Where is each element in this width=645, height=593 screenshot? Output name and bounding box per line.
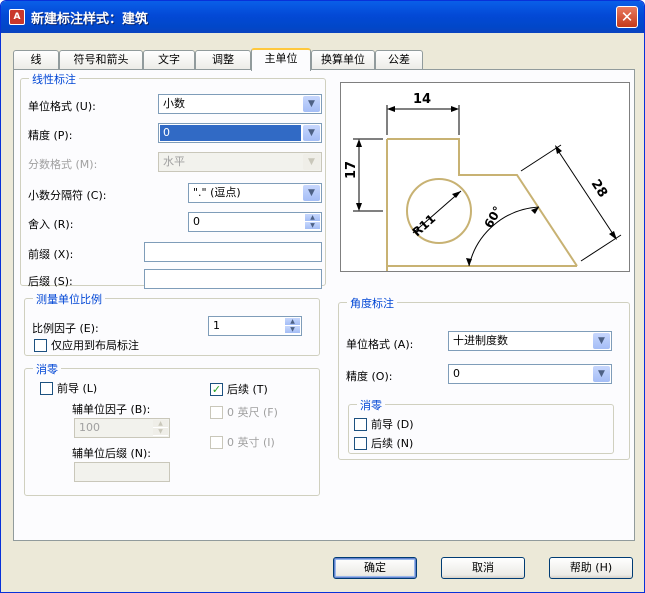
tab-panel-primary-units: 线性标注 单位格式 (U): 小数 ▼ 精度 (P): 0 ▼ 分数格式 (M)…	[13, 69, 635, 541]
spin-down-icon[interactable]: ▼	[305, 222, 320, 230]
tab-fit[interactable]: 调整	[195, 50, 251, 70]
dim-top: 14	[413, 92, 431, 107]
angular-trailing-label: 后续 (N)	[371, 437, 414, 450]
layout-only-label: 仅应用到布局标注	[51, 339, 139, 352]
checkbox-box[interactable]	[210, 436, 223, 449]
precision-label: 精度 (P):	[28, 129, 73, 142]
chevron-down-icon[interactable]: ▼	[593, 366, 610, 382]
angular-precision-select[interactable]: 0 ▼	[448, 364, 612, 384]
trailing-zero-label: 后续 (T)	[227, 383, 268, 396]
fraction-format-label: 分数格式 (M):	[28, 158, 98, 171]
group-angular-title: 角度标注	[347, 295, 397, 311]
spin-down-icon[interactable]: ▼	[285, 326, 300, 334]
angular-precision-label: 精度 (O):	[346, 370, 393, 383]
sub-units-factor-value: 100	[79, 421, 100, 434]
sub-units-spinner[interactable]: ▲ ▼	[153, 420, 168, 436]
suffix-label: 后缀 (S):	[28, 275, 73, 288]
zero-inches-label: 0 英寸 (I)	[227, 436, 275, 449]
fraction-format-select[interactable]: 水平 ▼	[158, 152, 322, 172]
window-title: 新建标注样式：建筑	[31, 12, 149, 27]
precision-value: 0	[160, 125, 301, 141]
zero-feet-checkbox[interactable]: 0 英尺 (F)	[210, 406, 278, 420]
angular-precision-value: 0	[453, 367, 460, 380]
zero-feet-label: 0 英尺 (F)	[227, 406, 278, 419]
sub-units-factor-input[interactable]: 100 ▲ ▼	[74, 418, 170, 438]
leading-zero-checkbox[interactable]: 前导 (L)	[40, 382, 97, 396]
decimal-separator-select[interactable]: "." (逗点) ▼	[188, 183, 322, 203]
angular-leading-checkbox[interactable]: 前导 (D)	[354, 418, 414, 432]
unit-format-label: 单位格式 (U):	[28, 100, 96, 113]
tab-primary-units[interactable]: 主单位	[251, 48, 311, 71]
scale-factor-input[interactable]: 1 ▲ ▼	[208, 316, 302, 336]
sub-units-suffix-input[interactable]	[74, 462, 170, 482]
angular-unit-format-label: 单位格式 (A):	[346, 338, 414, 351]
sub-units-factor-label: 辅单位因子 (B):	[72, 403, 151, 416]
spin-down-icon[interactable]: ▼	[153, 428, 168, 436]
layout-only-checkbox[interactable]: 仅应用到布局标注	[34, 339, 139, 353]
fraction-format-value: 水平	[163, 155, 185, 168]
tab-text[interactable]: 文字	[143, 50, 195, 70]
scale-factor-value: 1	[213, 319, 220, 332]
decimal-separator-label: 小数分隔符 (C):	[28, 189, 107, 202]
sub-units-suffix-label: 辅单位后缀 (N):	[72, 447, 152, 460]
round-off-value: 0	[193, 215, 200, 228]
ok-button[interactable]: 确定	[333, 557, 417, 579]
spin-up-icon[interactable]: ▲	[305, 214, 320, 222]
checkbox-box[interactable]	[40, 382, 53, 395]
suffix-input[interactable]	[144, 269, 322, 289]
tab-symbols-arrows[interactable]: 符号和箭头	[59, 50, 143, 70]
chevron-down-icon[interactable]: ▼	[303, 125, 320, 141]
angular-leading-label: 前导 (D)	[371, 418, 414, 431]
chevron-down-icon[interactable]: ▼	[303, 96, 320, 112]
checkbox-box[interactable]	[34, 339, 47, 352]
angular-unit-format-value: 十进制度数	[453, 334, 508, 347]
group-linear-title: 线性标注	[29, 71, 79, 87]
group-scale-title: 测量单位比例	[33, 291, 105, 307]
chevron-down-icon[interactable]: ▼	[303, 185, 320, 201]
prefix-input[interactable]	[144, 242, 322, 262]
round-off-input[interactable]: 0 ▲ ▼	[188, 212, 322, 232]
angular-unit-format-select[interactable]: 十进制度数 ▼	[448, 331, 612, 351]
title-bar[interactable]: A 新建标注样式：建筑 ✕	[1, 1, 644, 33]
chevron-down-icon[interactable]: ▼	[593, 333, 610, 349]
tab-alternate-units[interactable]: 换算单位	[311, 50, 375, 70]
precision-select[interactable]: 0 ▼	[158, 123, 322, 143]
scale-factor-spinner[interactable]: ▲ ▼	[285, 318, 300, 334]
close-button[interactable]: ✕	[616, 6, 638, 28]
chevron-down-icon[interactable]: ▼	[303, 154, 320, 170]
scale-factor-label: 比例因子 (E):	[32, 322, 99, 335]
help-button[interactable]: 帮助 (H)	[549, 557, 633, 579]
tab-tolerances[interactable]: 公差	[375, 50, 423, 70]
dim-diag: 28	[588, 177, 610, 200]
cancel-button[interactable]: 取消	[441, 557, 525, 579]
spin-up-icon[interactable]: ▲	[153, 420, 168, 428]
prefix-label: 前缀 (X):	[28, 248, 74, 261]
preview-pane: 14 17 28 R11 60°	[340, 82, 630, 272]
unit-format-select[interactable]: 小数 ▼	[158, 94, 322, 114]
trailing-zero-checkbox[interactable]: ✓ 后续 (T)	[210, 383, 268, 397]
dim-left: 17	[344, 161, 359, 179]
unit-format-value: 小数	[163, 97, 185, 110]
dialog-window: A 新建标注样式：建筑 ✕ 线 符号和箭头 文字 调整 主单位 换算单位 公差 …	[0, 0, 645, 593]
spin-up-icon[interactable]: ▲	[285, 318, 300, 326]
zero-inches-checkbox[interactable]: 0 英寸 (I)	[210, 436, 275, 450]
dim-angle: 60°	[481, 204, 504, 231]
round-off-spinner[interactable]: ▲ ▼	[305, 214, 320, 230]
group-angular-zero-title: 消零	[357, 397, 385, 413]
dim-radius: R11	[410, 211, 439, 239]
round-off-label: 舍入 (R):	[28, 218, 74, 231]
checkbox-box[interactable]	[354, 418, 367, 431]
decimal-separator-value: "." (逗点)	[193, 186, 241, 199]
checkbox-box[interactable]	[210, 406, 223, 419]
group-zero-title: 消零	[33, 361, 61, 377]
preview-drawing: 14 17 28 R11 60°	[344, 92, 622, 271]
checkbox-box[interactable]	[354, 437, 367, 450]
angular-trailing-checkbox[interactable]: 后续 (N)	[354, 437, 413, 451]
check-icon[interactable]: ✓	[210, 383, 223, 396]
app-icon: A	[9, 9, 25, 25]
leading-zero-label: 前导 (L)	[57, 382, 98, 395]
tab-lines[interactable]: 线	[13, 50, 59, 70]
